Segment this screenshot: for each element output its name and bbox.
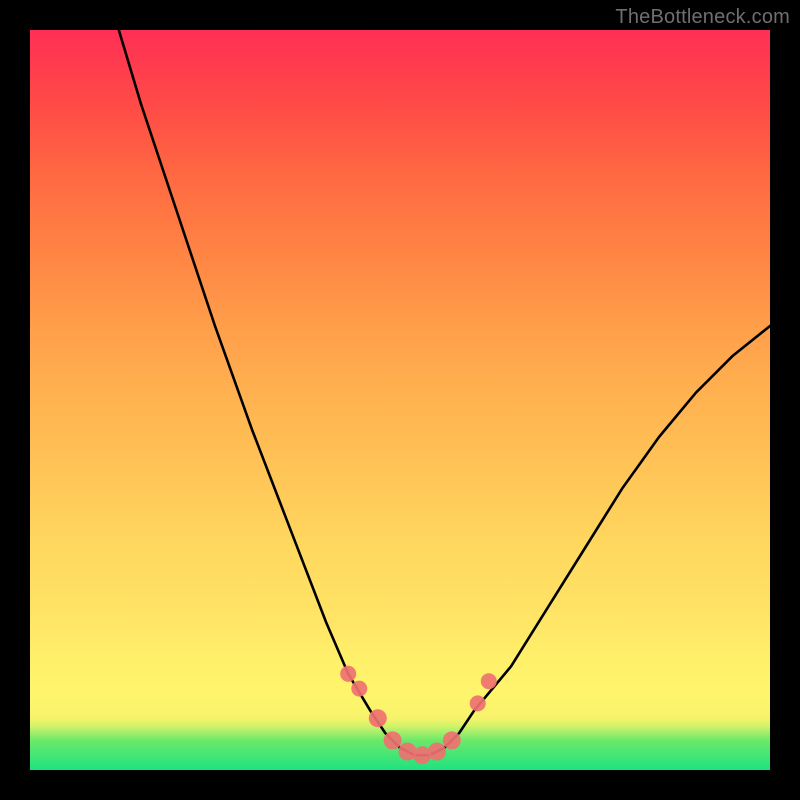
curve-marker <box>340 666 356 682</box>
chart-svg <box>30 30 770 770</box>
chart-frame: TheBottleneck.com <box>0 0 800 800</box>
bottleneck-curve <box>119 30 770 755</box>
curve-marker <box>384 731 402 749</box>
curve-marker <box>481 673 497 689</box>
curve-markers <box>340 666 497 764</box>
watermark-text: TheBottleneck.com <box>615 6 790 29</box>
curve-marker <box>470 695 486 711</box>
curve-marker <box>351 681 367 697</box>
curve-marker <box>443 731 461 749</box>
plot-area <box>30 30 770 770</box>
curve-marker <box>428 743 446 761</box>
curve-marker <box>369 709 387 727</box>
